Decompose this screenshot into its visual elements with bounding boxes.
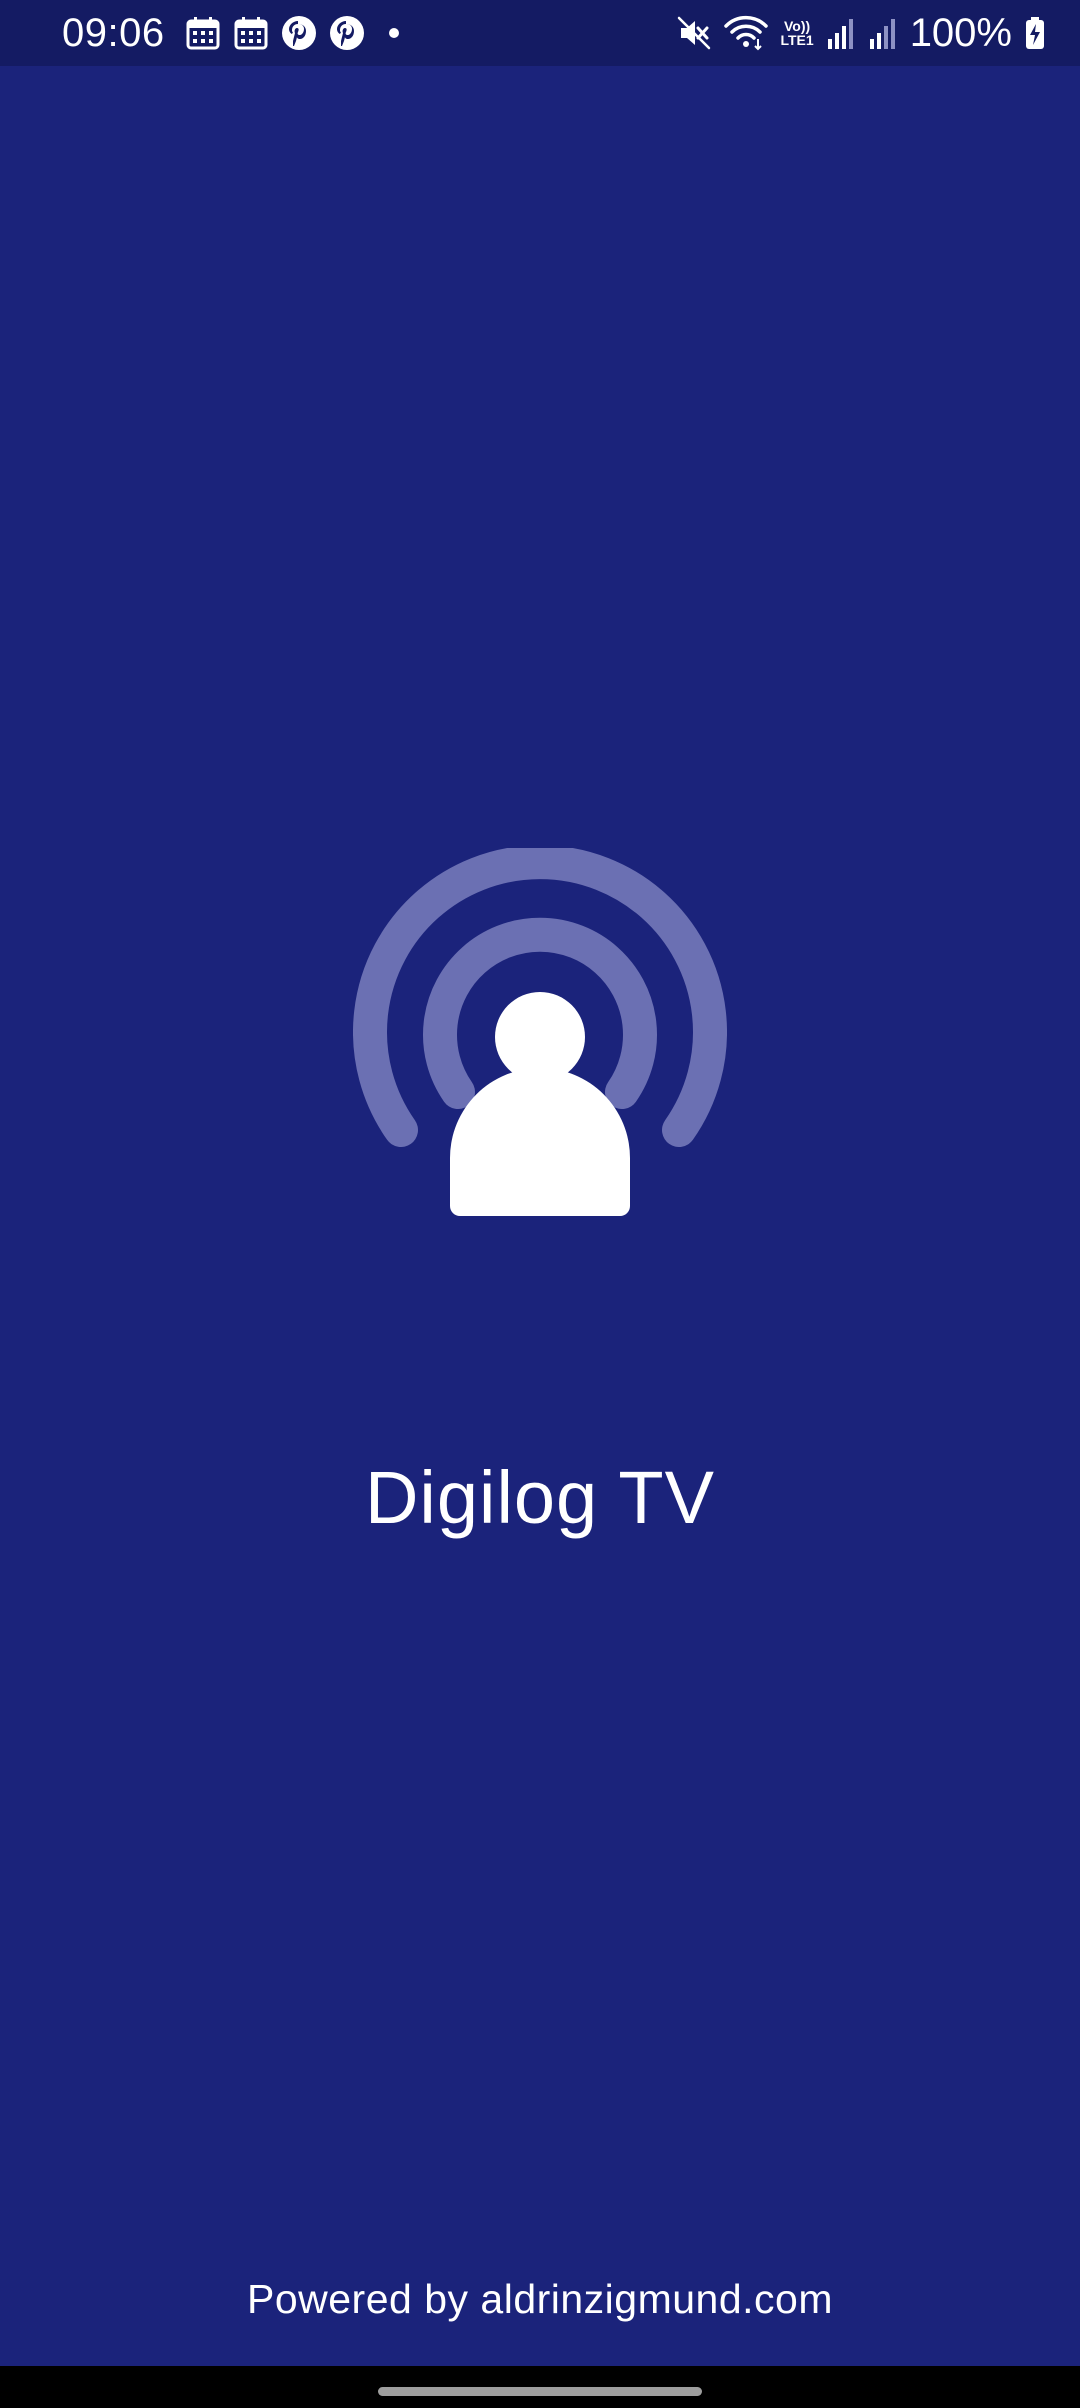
app-title: Digilog TV xyxy=(364,1456,715,1539)
signal-icon xyxy=(826,15,856,51)
home-indicator[interactable] xyxy=(378,2387,702,2396)
volte-icon: Vo)) LTE1 xyxy=(780,19,813,47)
status-time: 09:06 xyxy=(62,10,165,55)
signal-icon xyxy=(868,15,898,51)
status-left: 09:06 xyxy=(62,11,399,56)
wifi-icon xyxy=(724,15,769,51)
calendar-icon xyxy=(233,15,269,51)
battery-charging-icon xyxy=(1024,15,1046,51)
powered-by-text: Powered by aldrinzigmund.com xyxy=(247,2276,833,2322)
mute-icon xyxy=(676,15,712,51)
status-bar: 09:06 Vo)) LTE1 100% xyxy=(0,0,1080,66)
navigation-bar xyxy=(0,2366,1080,2408)
status-right: Vo)) LTE1 100% xyxy=(676,11,1046,56)
more-dot-icon xyxy=(388,28,399,38)
calendar-icon xyxy=(185,15,221,51)
volte-label: Vo)) xyxy=(783,18,811,34)
pinterest-icon xyxy=(281,15,317,51)
battery-percent: 100% xyxy=(909,10,1012,55)
pinterest-icon xyxy=(329,15,365,51)
podcast-broadcast-icon xyxy=(353,845,727,1222)
lte-label: LTE1 xyxy=(780,32,814,48)
